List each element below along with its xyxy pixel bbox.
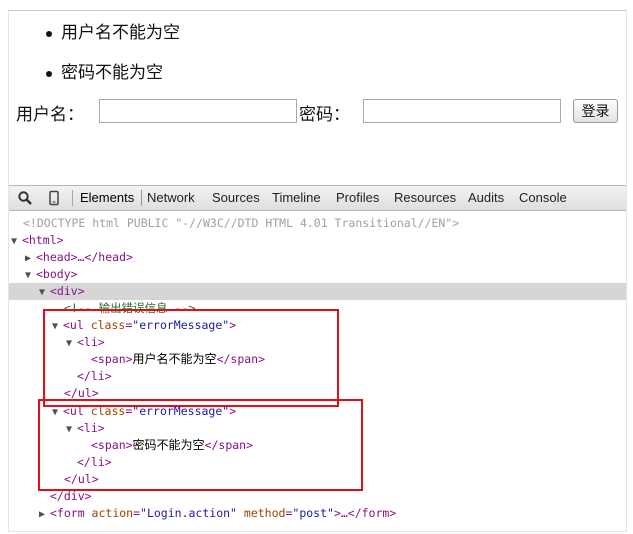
collapsed-triangle-icon[interactable]: ▶ <box>25 250 36 267</box>
expand-triangle-icon[interactable]: ▼ <box>25 267 36 284</box>
attr-value: "Login.action" <box>140 506 237 520</box>
search-icon[interactable] <box>17 190 33 206</box>
username-input[interactable] <box>99 99 297 123</box>
error-message-list: 用户名不能为空 密码不能为空 <box>39 21 180 101</box>
expand-triangle-icon[interactable]: ▼ <box>11 233 22 250</box>
highlight-box-ul-2 <box>38 399 363 491</box>
tag-text: <html> <box>22 233 64 247</box>
screenshot-frame: 用户名不能为空 密码不能为空 用户名： 密码： 登录 Elements Netw… <box>8 10 627 532</box>
dom-node-head[interactable]: ▶ <head>…</head> <box>9 249 626 267</box>
login-button[interactable]: 登录 <box>573 99 618 123</box>
toolbar-separator <box>72 190 73 206</box>
tag-text: <head>…</head> <box>36 250 133 264</box>
error-text: 密码不能为空 <box>61 63 163 83</box>
highlight-box-ul-1 <box>43 309 339 407</box>
tab-resources[interactable]: Resources <box>394 190 456 205</box>
dom-node-html[interactable]: ▼ <html> <box>9 232 626 250</box>
tag-text: <form <box>50 506 92 520</box>
tag-text: >…</form> <box>333 506 397 520</box>
username-label: 用户名： <box>16 105 84 125</box>
tag-text: <div> <box>50 284 85 298</box>
tab-profiles[interactable]: Profiles <box>336 190 379 205</box>
tab-timeline[interactable]: Timeline <box>272 190 321 205</box>
bullet-icon <box>46 71 52 77</box>
attr-name: method <box>243 506 286 520</box>
elements-dom-tree: <!DOCTYPE html PUBLIC "-//W3C//DTD HTML … <box>9 211 626 531</box>
tab-elements[interactable]: Elements <box>80 190 134 205</box>
expand-triangle-icon[interactable]: ▼ <box>39 284 50 301</box>
error-item-password: 密码不能为空 <box>39 61 180 101</box>
dom-node-body[interactable]: ▼ <body> <box>9 266 626 284</box>
tag-text: <body> <box>36 267 78 281</box>
device-mode-icon[interactable] <box>46 190 62 206</box>
error-text: 用户名不能为空 <box>61 23 180 43</box>
tab-console[interactable]: Console <box>519 190 567 205</box>
error-item-username: 用户名不能为空 <box>39 21 180 61</box>
attr-name: action <box>91 506 134 520</box>
dom-node-form[interactable]: ▶ <form action="Login.action" method="pos… <box>9 505 626 523</box>
dom-node-doctype[interactable]: <!DOCTYPE html PUBLIC "-//W3C//DTD HTML … <box>9 215 626 232</box>
devtools-toolbar: Elements Network Sources Timeline Profil… <box>9 185 626 211</box>
doctype-text: <!DOCTYPE html PUBLIC "-//W3C//DTD HTML … <box>23 216 460 230</box>
tag-text: </div> <box>50 489 92 503</box>
tab-network[interactable]: Network <box>147 190 195 205</box>
attr-value: "post" <box>292 506 334 520</box>
password-label: 密码： <box>299 105 350 125</box>
tab-sources[interactable]: Sources <box>212 190 260 205</box>
dom-node-div-selected[interactable]: ▼ <div> <box>9 283 626 301</box>
collapsed-triangle-icon[interactable]: ▶ <box>39 506 50 523</box>
bullet-icon <box>46 31 52 37</box>
tab-audits[interactable]: Audits <box>468 190 504 205</box>
tab-separator <box>141 190 142 206</box>
password-input[interactable] <box>363 99 561 123</box>
